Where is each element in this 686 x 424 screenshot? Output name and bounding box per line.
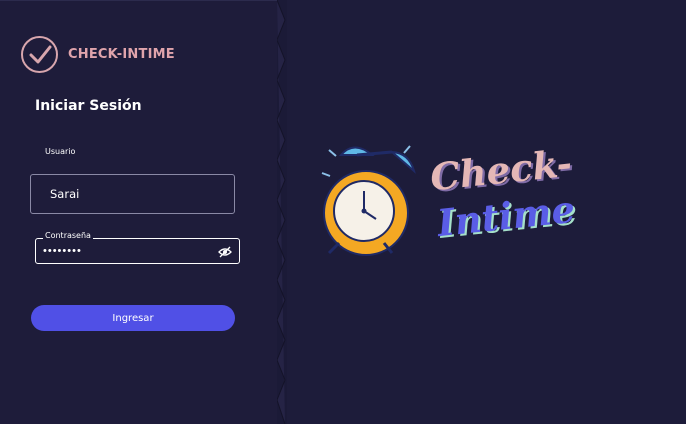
password-field[interactable]: Contraseña	[35, 231, 240, 264]
brand-name: CHECK-INTIME	[68, 47, 175, 62]
panel-divider	[277, 0, 286, 424]
password-input[interactable]	[36, 239, 211, 263]
username-label: Usuario	[45, 147, 76, 156]
check-circle-icon	[21, 36, 58, 73]
login-title: Iniciar Sesión	[35, 98, 142, 114]
eye-off-icon[interactable]	[218, 244, 232, 258]
login-button[interactable]: Ingresar	[31, 305, 235, 331]
username-input[interactable]	[30, 174, 235, 214]
login-panel: CHECK-INTIME Iniciar Sesión Usuario Cont…	[0, 0, 277, 424]
brand: CHECK-INTIME	[21, 36, 175, 73]
